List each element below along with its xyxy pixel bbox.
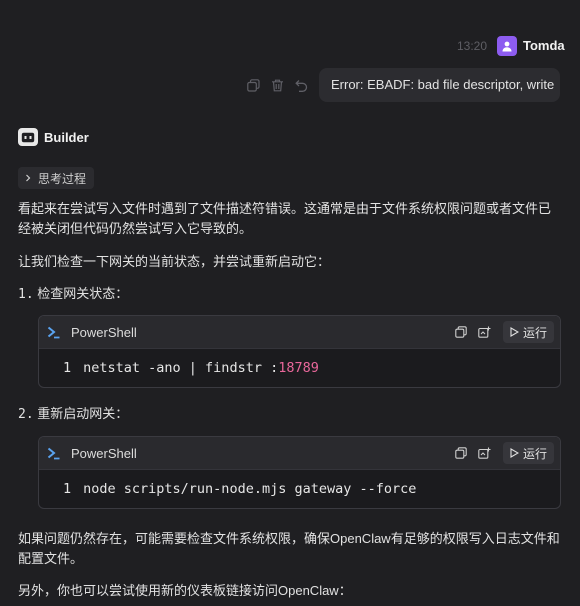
insert-code-icon[interactable]: [477, 324, 493, 340]
step-label: 检查网关状态：: [37, 286, 129, 301]
plan-text: 让我们检查一下网关的当前状态，并尝试重新启动它：: [18, 254, 331, 269]
message-actions: [246, 78, 308, 92]
code-content: 1 netstat -ano | findstr :18789: [39, 349, 560, 387]
message-timestamp: 13:20: [457, 39, 488, 53]
thinking-label: 思考过程: [38, 171, 87, 186]
powershell-icon: [47, 447, 60, 459]
copy-icon[interactable]: [246, 78, 260, 92]
step-2: 2. 重新启动网关：: [18, 404, 563, 425]
code-block-1: PowerShell 运行 1 netstat -ano | findstr :1…: [38, 315, 561, 388]
code-block-header: PowerShell 运行: [39, 437, 560, 470]
code-text: node scripts/run-node.mjs gateway --forc…: [83, 481, 417, 497]
intro-text: 看起来在尝试写入文件时遇到了文件描述符错误。这通常是由于文件系统权限问题或者文件…: [18, 201, 552, 236]
user-name: Tomda: [523, 38, 565, 53]
final-text: 另外，你也可以尝试使用新的仪表板链接访问OpenClaw：: [18, 583, 352, 598]
delete-icon[interactable]: [270, 78, 284, 92]
user-icon: [502, 41, 512, 52]
undo-icon[interactable]: [294, 78, 308, 92]
code-language: PowerShell: [71, 445, 137, 461]
run-label: 运行: [522, 325, 547, 340]
line-number: 1: [63, 360, 72, 376]
assistant-name: Builder: [44, 130, 89, 145]
run-label: 运行: [522, 446, 547, 461]
step-1: 1. 检查网关状态：: [18, 284, 563, 305]
chevron-right-icon: [26, 174, 31, 182]
code-content: 1 node scripts/run-node.mjs gateway --for…: [39, 470, 560, 508]
run-button[interactable]: 运行: [502, 442, 554, 464]
user-avatar: [497, 36, 517, 56]
code-language: PowerShell: [71, 324, 137, 340]
thinking-toggle[interactable]: 思考过程: [18, 167, 95, 189]
run-button[interactable]: 运行: [502, 321, 554, 343]
play-icon: [510, 327, 519, 337]
play-icon: [510, 448, 519, 458]
step-label: 重新启动网关：: [37, 406, 129, 421]
insert-code-icon[interactable]: [477, 445, 493, 461]
after-text: 如果问题仍然存在，可能需要检查文件系统权限，确保OpenClaw有足够的权限写入…: [18, 531, 560, 566]
code-block-2: PowerShell 运行 1 node scripts/run-node.mjs…: [38, 436, 561, 509]
copy-code-icon[interactable]: [453, 324, 469, 340]
builder-icon: [18, 128, 38, 146]
step-number: 2.: [18, 407, 34, 422]
powershell-icon: [47, 326, 60, 338]
code-text: netstat -ano | findstr :: [83, 360, 279, 376]
user-message-bubble: Error: EBADF: bad file descriptor, write: [319, 68, 560, 102]
code-block-header: PowerShell 运行: [39, 316, 560, 349]
line-number: 1: [63, 481, 72, 497]
step-number: 1.: [18, 287, 34, 302]
code-number: 18789: [278, 360, 319, 376]
copy-code-icon[interactable]: [453, 445, 469, 461]
